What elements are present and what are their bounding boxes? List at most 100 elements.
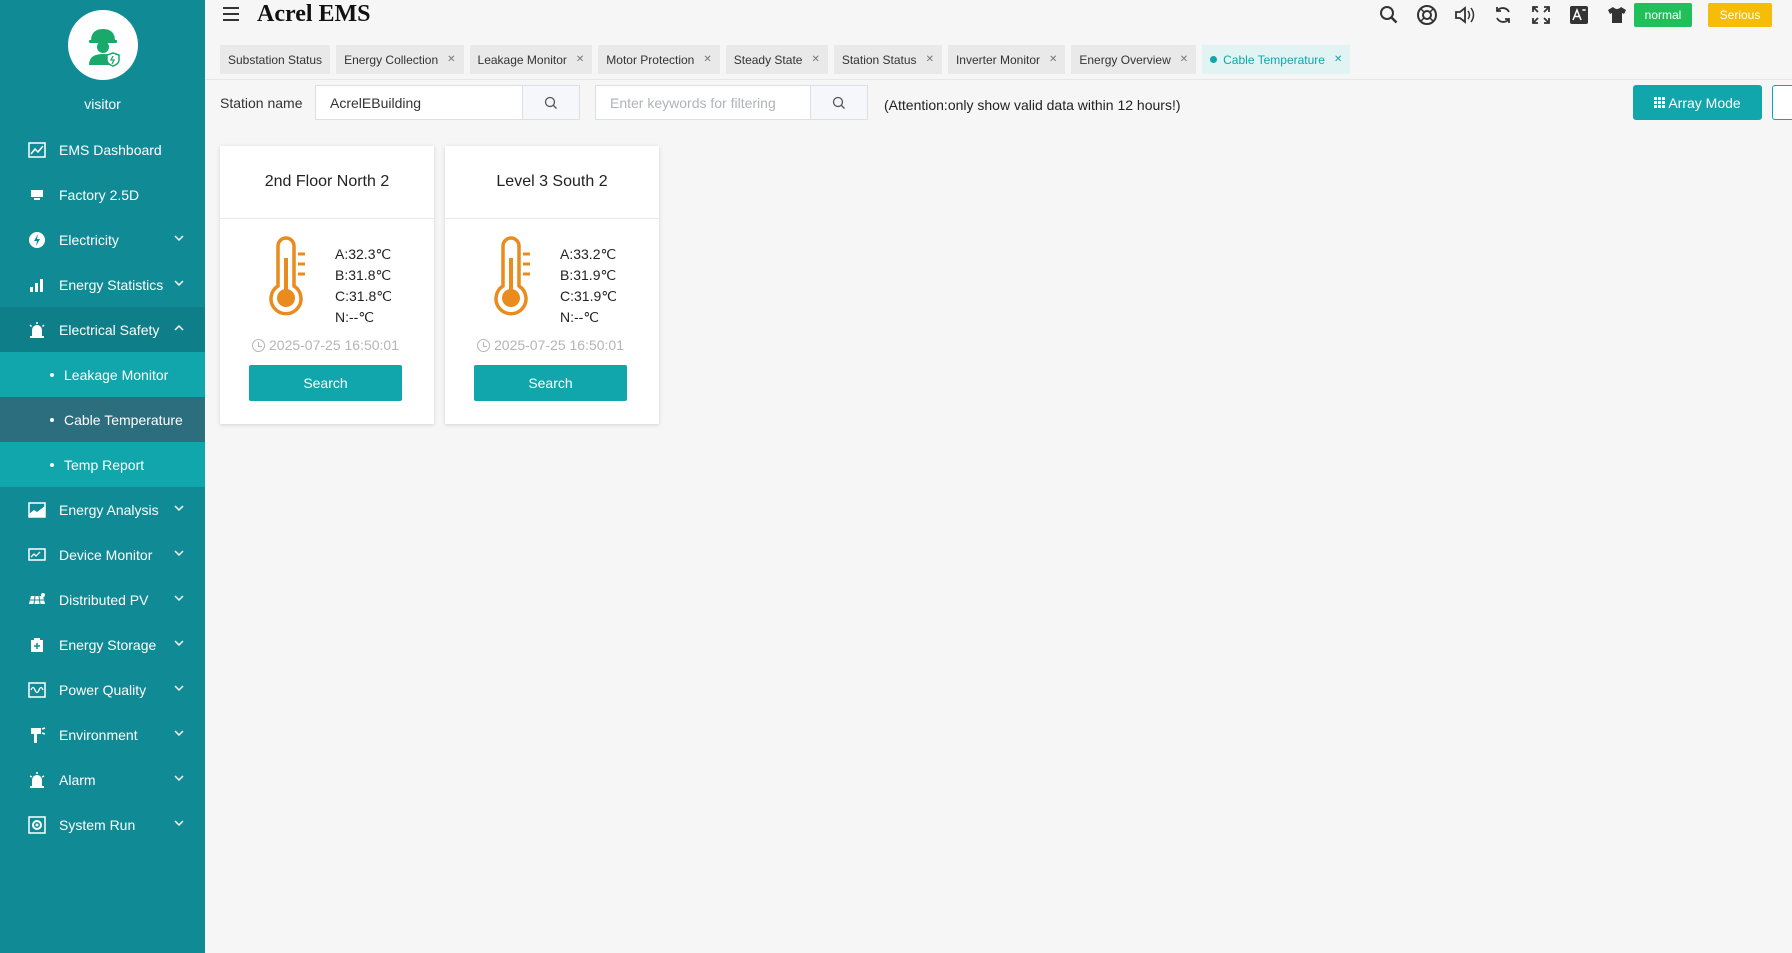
close-icon[interactable]: ✕ — [1049, 54, 1057, 65]
station-select[interactable] — [315, 85, 580, 120]
sidebar-menu: EMS Dashboard Factory 2.5D Electricity E… — [0, 127, 205, 847]
refresh-icon[interactable] — [1492, 4, 1514, 26]
search-icon — [544, 96, 557, 109]
close-icon[interactable]: ✕ — [703, 54, 711, 65]
menu-toggle-icon[interactable] — [223, 7, 239, 21]
temperature-card: 2nd Floor North 2 A:32.3℃ B:31.8℃ C:31.8… — [220, 146, 434, 424]
electrical-safety-submenu: Leakage Monitor Cable Temperature Temp R… — [0, 352, 205, 487]
reading-timestamp: 2025-07-25 16:50:01 — [477, 337, 624, 353]
sidebar-item-factory-2-5d[interactable]: Factory 2.5D — [0, 172, 205, 217]
user-avatar[interactable] — [67, 10, 138, 80]
search-icon[interactable] — [1378, 4, 1400, 26]
sidebar-item-environment[interactable]: Environment — [0, 712, 205, 757]
speaker-icon[interactable] — [1454, 4, 1476, 26]
phase-a-temp: A:33.2℃ — [560, 246, 617, 262]
sidebar-item-label: Energy Analysis — [59, 501, 159, 518]
help-lifebuoy-icon[interactable] — [1416, 4, 1438, 26]
sidebar-item-label: Alarm — [59, 771, 96, 788]
sidebar: visitor EMS Dashboard Factory 2.5D Elect… — [0, 0, 205, 953]
close-icon[interactable]: ✕ — [926, 54, 934, 65]
tab-motor-protection[interactable]: Motor Protection ✕ — [598, 45, 720, 74]
alarm-light-icon — [27, 320, 47, 340]
analysis-icon — [27, 500, 47, 520]
solar-panel-icon — [27, 590, 47, 610]
theme-shirt-icon[interactable] — [1606, 4, 1628, 26]
waveform-icon — [27, 680, 47, 700]
translate-icon[interactable] — [1568, 4, 1590, 26]
keyword-filter-input[interactable] — [596, 86, 810, 119]
fullscreen-icon[interactable] — [1530, 4, 1552, 26]
tab-steady-state[interactable]: Steady State ✕ — [725, 45, 828, 74]
sidebar-item-electricity[interactable]: Electricity — [0, 217, 205, 262]
user-name: visitor — [84, 96, 121, 112]
tab-label: Energy Collection — [344, 52, 439, 67]
worker-avatar-icon — [88, 29, 120, 67]
sidebar-subitem-temp-report[interactable]: Temp Report — [0, 442, 205, 487]
chevron-down-icon — [174, 820, 184, 827]
sidebar-item-power-quality[interactable]: Power Quality — [0, 667, 205, 712]
tab-energy-overview[interactable]: Energy Overview ✕ — [1071, 45, 1197, 74]
keyword-search-button[interactable] — [810, 86, 867, 119]
cable-temperature-cards: 2nd Floor North 2 A:32.3℃ B:31.8℃ C:31.8… — [220, 146, 659, 424]
card-body: A:32.3℃ B:31.8℃ C:31.8℃ N:--℃ 2025-07-25… — [220, 219, 434, 424]
chevron-down-icon — [174, 640, 184, 647]
card-search-button[interactable]: Search — [249, 365, 402, 401]
normal-status-badge[interactable]: normal — [1634, 3, 1692, 27]
card-title: 2nd Floor North 2 — [220, 146, 434, 219]
sidebar-subitem-leakage-monitor[interactable]: Leakage Monitor — [0, 352, 205, 397]
page-tabs: Substation Status Energy Collection ✕ Lea… — [220, 45, 1351, 74]
neutral-temp: N:--℃ — [560, 309, 600, 325]
bar-chart-icon — [27, 275, 47, 295]
close-icon[interactable]: ✕ — [811, 54, 819, 65]
sidebar-item-label: Power Quality — [59, 681, 147, 698]
phase-b-temp: B:31.9℃ — [560, 267, 617, 283]
list-mode-button[interactable] — [1772, 85, 1792, 120]
card-body: A:33.2℃ B:31.9℃ C:31.9℃ N:--℃ 2025-07-25… — [445, 219, 659, 424]
tab-cable-temperature[interactable]: Cable Temperature ✕ — [1202, 45, 1351, 74]
dashboard-icon — [27, 140, 47, 160]
close-icon[interactable]: ✕ — [1180, 54, 1188, 65]
close-icon[interactable]: ✕ — [1334, 54, 1342, 65]
tab-leakage-monitor[interactable]: Leakage Monitor ✕ — [469, 45, 593, 74]
tab-label: Station Status — [841, 52, 917, 67]
gear-icon — [27, 815, 47, 835]
phase-readings: A:33.2℃ B:31.9℃ C:31.9℃ N:--℃ — [560, 244, 617, 328]
sidebar-item-system-run[interactable]: System Run — [0, 802, 205, 847]
sidebar-item-ems-dashboard[interactable]: EMS Dashboard — [0, 127, 205, 172]
sidebar-item-energy-statistics[interactable]: Energy Statistics — [0, 262, 205, 307]
sidebar-item-device-monitor[interactable]: Device Monitor — [0, 532, 205, 577]
keyword-filter[interactable] — [595, 85, 868, 120]
array-mode-button[interactable]: Array Mode — [1633, 85, 1762, 120]
phase-a-temp: A:32.3℃ — [335, 246, 392, 262]
card-search-button[interactable]: Search — [474, 365, 627, 401]
close-icon[interactable]: ✕ — [447, 54, 455, 65]
sidebar-item-label: Electricity — [59, 231, 119, 248]
station-search-button[interactable] — [522, 86, 579, 119]
station-name-input[interactable] — [316, 86, 522, 119]
sidebar-subitem-label: Temp Report — [64, 456, 145, 473]
clock-icon — [477, 338, 490, 352]
tab-station-status[interactable]: Station Status ✕ — [833, 45, 942, 74]
sidebar-item-energy-storage[interactable]: Energy Storage — [0, 622, 205, 667]
tab-label: Energy Overview — [1079, 52, 1171, 67]
sidebar-subitem-cable-temperature[interactable]: Cable Temperature — [0, 397, 205, 442]
serious-status-badge[interactable]: Serious — [1708, 3, 1772, 27]
phase-c-temp: C:31.8℃ — [335, 288, 392, 304]
clock-icon — [252, 338, 265, 352]
phase-readings: A:32.3℃ B:31.8℃ C:31.8℃ N:--℃ — [335, 244, 392, 328]
monitor-icon — [27, 185, 47, 205]
tab-substation-status[interactable]: Substation Status — [220, 45, 331, 74]
sidebar-item-electrical-safety[interactable]: Electrical Safety — [0, 307, 205, 352]
chevron-down-icon — [174, 505, 184, 512]
sidebar-item-energy-analysis[interactable]: Energy Analysis — [0, 487, 205, 532]
chevron-down-icon — [174, 595, 184, 602]
filter-bar: Station name (Attention:only show valid … — [220, 85, 1792, 121]
battery-icon — [27, 635, 47, 655]
tab-energy-collection[interactable]: Energy Collection ✕ — [336, 45, 464, 74]
close-icon[interactable]: ✕ — [576, 54, 584, 65]
user-profile: visitor — [0, 0, 205, 125]
tab-inverter-monitor[interactable]: Inverter Monitor ✕ — [947, 45, 1066, 74]
sidebar-item-alarm[interactable]: Alarm — [0, 757, 205, 802]
sidebar-item-distributed-pv[interactable]: Distributed PV — [0, 577, 205, 622]
bell-icon — [27, 770, 47, 790]
